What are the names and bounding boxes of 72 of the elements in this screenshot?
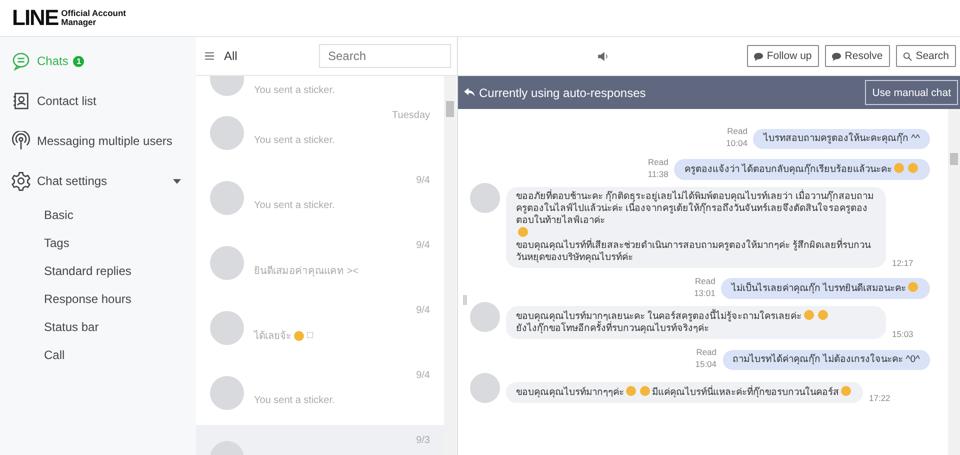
message-text: ขอบคุณคุณไบรท์ที่เสียสละช่วยดำเนินการสอบถามครูตองให้มากๆค่ะ รู้สึกผิดเลยที่รบกวนวันหยุดของบริษัทคุณไบรท์ค่ะ [516,240,872,264]
settings-icon [11,171,31,191]
chat-date: 9/4 [416,370,430,381]
product-name: Manager [61,18,98,27]
chat-date: Tuesday [392,110,430,121]
toolbar-button[interactable]: Follow up [746,45,819,67]
banner-text: Currently using auto-responses [479,86,646,100]
message-time: 17:22 [869,393,890,403]
message-meta: Read 10:04 [726,125,748,149]
message-text: ไบรทสอบถามครูตองให้นะคะคุณกุ๊ก ^^ [763,133,920,145]
chat-date: 9/3 [416,435,430,446]
message-meta: Read 13:01 [694,275,716,299]
message-meta: Read 15:04 [695,346,717,370]
message-text: ไม่เป็นไรเลยค่าคุณกุ๊ก ไบรทยินดีเสมอนะคะ [731,283,906,295]
unread-badge: 1 [73,56,84,66]
filter-label[interactable]: All [224,49,238,63]
message-preview: You sent a sticker. [254,395,335,406]
sidebar-subitem[interactable]: Basic [0,201,196,229]
chat-bubble-icon [11,51,31,71]
message-preview: ได้เลยจ้ะ [254,329,291,343]
product-name: Official Account [61,9,126,18]
avatar [210,76,244,96]
speech-bubble-icon [832,52,841,60]
sidebar-item[interactable]: Messaging multiple users [0,121,196,161]
message-text: มีแค่คุณไบรท์นี่แหละค่ะที่กุ๊กขอรบกวนในคอร์ส [652,387,839,399]
speaker-icon[interactable] [598,52,609,60]
speech-bubble-icon [754,52,763,60]
resize-handle-icon[interactable] [463,295,467,305]
menu-icon[interactable] [205,52,214,60]
message-preview: ยินดีเสมอค่าคุณแคท >< [254,264,358,278]
message-time: 12:17 [892,258,914,268]
scrollbar[interactable] [444,76,456,455]
message-meta: Read 11:38 [648,156,668,180]
avatar [470,183,500,213]
message-text: ครูตองแจ้งว่า ได้ตอบกลับคุณกุ๊กเรียบร้อยแล้วนะคะ [684,164,892,176]
contact-card-icon [11,91,31,111]
message-preview: You sent a sticker. [254,200,335,211]
message-text: ขอบคุณคุณไบรท์มากๆๆค่ะ [516,387,624,399]
reply-arrow-icon [464,88,475,97]
avatar [210,116,244,150]
chat-date: 9/4 [416,305,430,316]
chat-date: 9/4 [416,240,430,251]
message-text: ยังไงกุ๊กขอโทษอีกครั้งที่รบกวนคุณไบรท์จริงๆค่ะ [516,323,709,335]
chat-date: 9/4 [416,175,430,186]
sidebar-subitem[interactable]: Response hours [0,285,196,313]
sidebar-subitem[interactable]: Tags [0,229,196,257]
sidebar-subitem[interactable]: Standard replies [0,257,196,285]
broadcast-icon [11,131,31,151]
message-preview: You sent a sticker. [254,135,335,146]
message-preview: □ [307,330,314,341]
message-text: ขอบคุณคุณไบรท์มากๆเลยนะคะ ในคอร์สครูตองนี้ไม่รู้จะถามใครเลยค่ะ [516,311,802,322]
message-time: 15:03 [892,329,914,339]
avatar [210,180,244,214]
avatar [470,373,500,403]
message-preview: You sent a sticker. [254,85,335,96]
search-icon [902,52,912,60]
sidebar-item[interactable]: Contact list [0,81,196,121]
message-text: ถามไบรทได้ค่าคุณกุ๊ก ไม่ต้องเกรงใจนะคะ ^0^ [732,354,920,366]
sidebar-subitem[interactable]: Call [0,341,196,369]
line-logo: LINE [12,5,58,31]
scrollbar[interactable] [948,109,960,455]
use-manual-chat-button[interactable]: Use manual chat [865,80,958,105]
message-text: ขออภัยที่ตอบช้านะคะ กุ๊กติดธุระอยู่เลยไม่ได้พิมพ์ตอบคุณไบรท์เลยว่า เมื่อวานกุ๊กสอบถามครูตองในไลฟ์ไปแล้วน่ะค่ะ เนื่องจากครูเต้ยให้กุ๊กรอถึงวันจันทร์เลยจึงตัดสินใจรอครูตองตอบในท้ายไลฟ์เอาค่ะ [516,191,874,227]
toolbar-button[interactable]: Resolve [824,45,890,67]
avatar [210,376,244,410]
sidebar-item[interactable]: Chat settings [0,161,196,201]
avatar [210,246,244,280]
avatar [210,310,244,344]
sidebar-subitem[interactable]: Status bar [0,313,196,341]
toolbar-button[interactable]: Search [896,45,956,67]
avatar [470,302,500,332]
search-field[interactable]: Search [319,44,451,68]
